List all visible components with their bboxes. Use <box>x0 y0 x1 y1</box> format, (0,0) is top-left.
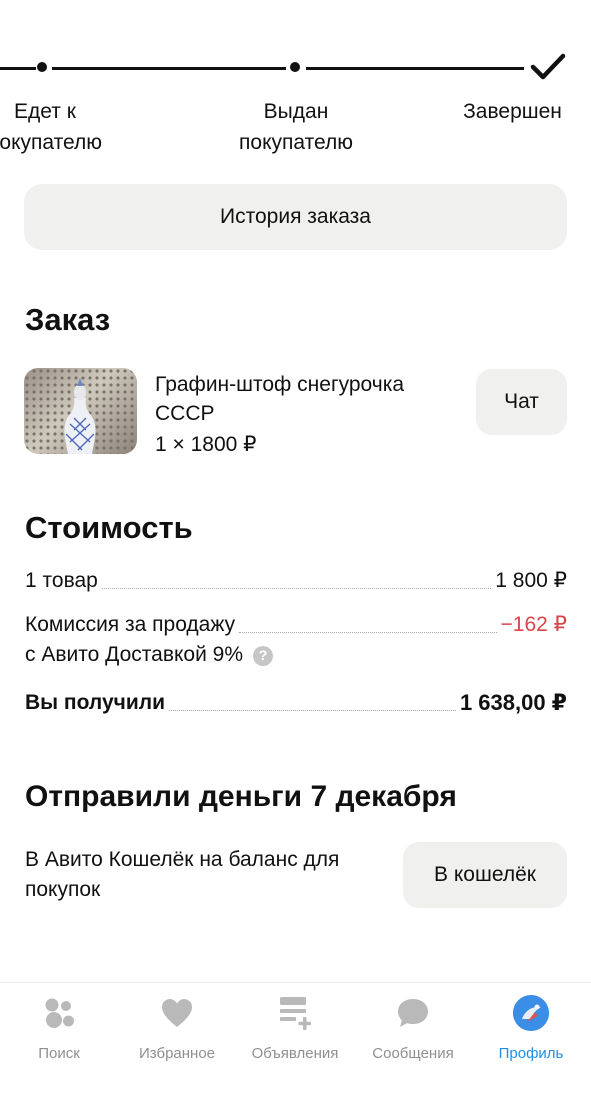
order-details-screen: Едет к покупателю Выдан покупателю Завер… <box>0 0 591 1109</box>
list-add-icon <box>275 993 315 1033</box>
cost-row-fee: Комиссия за продажу −162 ₽ <box>25 610 567 639</box>
tab-messages[interactable]: Сообщения <box>354 993 472 1063</box>
tab-profile[interactable]: Профиль <box>472 993 590 1063</box>
fee-label-continuation: с Авито Доставкой 9% <box>25 643 243 666</box>
tab-label: Профиль <box>498 1045 564 1062</box>
progress-line <box>52 67 286 70</box>
step-handed-over: Выдан покупателю <box>211 96 381 158</box>
cost-row-total: Вы получили 1 638,00 ₽ <box>25 688 567 717</box>
order-section-title: Заказ <box>25 302 111 337</box>
dotted-leader <box>239 632 497 633</box>
tab-search[interactable]: Поиск <box>0 993 118 1063</box>
bottom-tab-bar: Поиск Избранное Объявления Сообщения Про… <box>0 982 591 1109</box>
progress-line <box>306 67 524 70</box>
order-history-button[interactable]: История заказа <box>24 184 567 250</box>
question-icon[interactable]: ? <box>253 645 273 666</box>
tab-favorites[interactable]: Избранное <box>118 993 236 1063</box>
product-quantity-price: 1 × 1800 ₽ <box>155 433 257 456</box>
tab-label: Объявления <box>251 1045 339 1062</box>
search-bubbles-icon <box>39 993 79 1033</box>
step-label-line2: покупателю <box>239 131 353 154</box>
items-label: 1 товар <box>25 569 98 592</box>
step-label-line2: покупателю <box>0 131 102 154</box>
fee-label: Комиссия за продажу <box>25 613 236 636</box>
wallet-button[interactable]: В кошелёк <box>403 842 567 908</box>
total-value: 1 638,00 ₽ <box>459 690 567 715</box>
step-label-line1: Выдан <box>263 100 329 123</box>
step-in-transit: Едет к покупателю <box>0 96 130 158</box>
tab-label: Избранное <box>138 1045 216 1062</box>
progress-line <box>0 67 36 70</box>
step-completed: Завершен <box>440 96 585 127</box>
fee-label-line2: с Авито Доставкой 9% ? <box>25 640 273 669</box>
step-label-line1: Едет к <box>14 100 76 123</box>
chat-bubble-icon <box>393 993 433 1033</box>
dotted-leader <box>169 710 456 711</box>
avatar-icon-wrapper <box>511 993 551 1033</box>
chat-button[interactable]: Чат <box>476 369 567 435</box>
payout-section-title: Отправили деньги 7 декабря <box>25 780 457 813</box>
order-progress-tracker: Едет к покупателю Выдан покупателю Завер… <box>0 48 591 158</box>
payout-description: В Авито Кошелёк на баланс для покупок <box>25 848 340 901</box>
heart-icon <box>157 993 197 1033</box>
checkmark-icon <box>530 53 566 80</box>
dotted-leader <box>101 588 492 589</box>
tab-label: Сообщения <box>372 1045 454 1062</box>
progress-dot <box>290 62 300 72</box>
total-label: Вы получили <box>25 691 166 714</box>
product-thumbnail[interactable] <box>24 368 137 454</box>
fee-value: −162 ₽ <box>500 613 568 636</box>
cost-section-title: Стоимость <box>25 510 193 545</box>
step-label-line1: Завершен <box>463 100 562 123</box>
progress-dot <box>37 62 47 72</box>
tab-listings[interactable]: Объявления <box>236 993 354 1063</box>
avatar-icon <box>513 995 549 1031</box>
product-name[interactable]: Графин-штоф снегурочка СССР <box>155 370 455 428</box>
cost-row-items: 1 товар 1 800 ₽ <box>25 566 567 595</box>
tab-label: Поиск <box>38 1045 80 1062</box>
items-value: 1 800 ₽ <box>495 569 567 592</box>
